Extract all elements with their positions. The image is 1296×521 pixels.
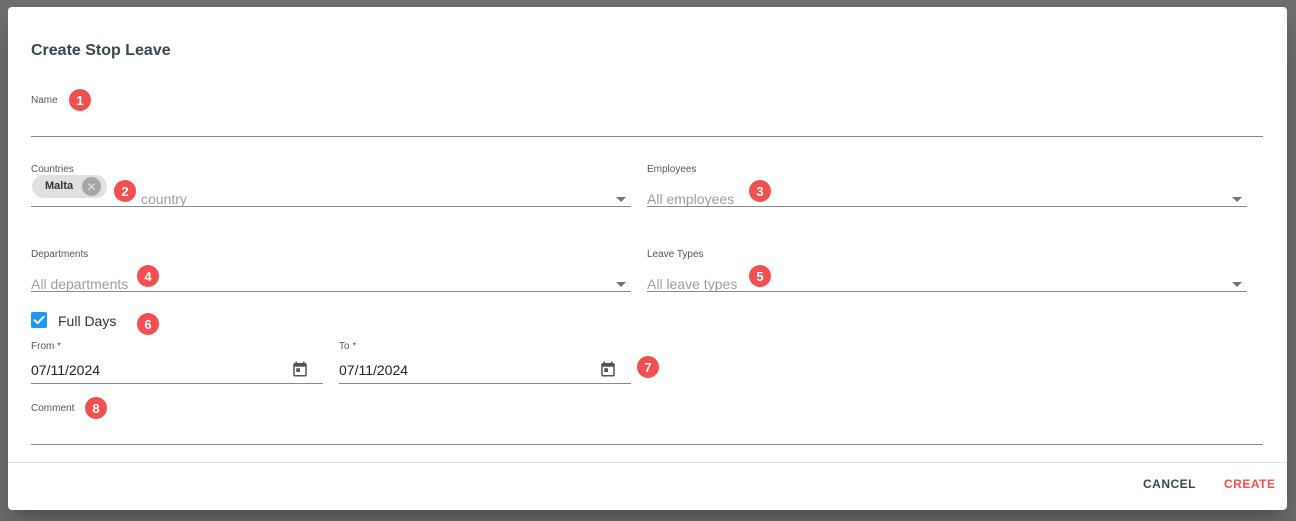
countries-label: Countries [31, 164, 74, 175]
employees-label: Employees [647, 164, 697, 175]
cancel-circle-icon[interactable]: ✕ [82, 177, 101, 196]
to-label: To * [339, 341, 357, 352]
annotation-badge-2: 2 [114, 180, 136, 202]
annotation-badge-3: 3 [749, 180, 771, 202]
departments-select[interactable]: Departments All departments [31, 249, 631, 292]
annotation-badge-4: 4 [137, 265, 159, 287]
create-button[interactable]: CREATE [1224, 477, 1275, 491]
employees-underline [647, 206, 1247, 207]
calendar-icon[interactable] [599, 360, 617, 378]
check-icon [33, 315, 45, 325]
create-stop-leave-dialog: Create Stop Leave Name 1 Countries Malta… [8, 7, 1287, 510]
from-date-field[interactable]: From * 07/11/2024 [31, 341, 323, 384]
calendar-icon[interactable] [291, 360, 309, 378]
leave-types-placeholder: All leave types [647, 276, 738, 292]
employees-placeholder: All employees [647, 191, 735, 207]
countries-placeholder: country [141, 191, 187, 207]
to-underline [339, 383, 631, 384]
chip-malta[interactable]: Malta ✕ [32, 175, 107, 198]
from-underline [31, 383, 323, 384]
from-date-value: 07/11/2024 [31, 362, 101, 378]
name-label: Name [31, 95, 58, 106]
leave-types-label: Leave Types [647, 249, 704, 260]
chip-label: Malta [45, 180, 74, 192]
chevron-down-icon[interactable] [1232, 282, 1242, 287]
full-days-label: Full Days [58, 313, 117, 329]
annotation-badge-7: 7 [637, 356, 659, 378]
full-days-checkbox[interactable] [31, 312, 47, 328]
employees-select[interactable]: Employees All employees [647, 164, 1247, 207]
name-field[interactable]: Name [31, 95, 1263, 137]
name-underline [31, 136, 1263, 137]
cancel-button[interactable]: CANCEL [1143, 477, 1196, 491]
comment-label: Comment [31, 403, 75, 414]
comment-field[interactable]: Comment [31, 403, 1263, 445]
countries-underline [31, 206, 631, 207]
chevron-down-icon[interactable] [616, 197, 626, 202]
to-date-value: 07/11/2024 [339, 362, 409, 378]
chevron-down-icon[interactable] [1232, 197, 1242, 202]
annotation-badge-6: 6 [137, 313, 159, 335]
dialog-title: Create Stop Leave [31, 42, 171, 59]
annotation-badge-5: 5 [749, 265, 771, 287]
departments-underline [31, 291, 631, 292]
leave-types-underline [647, 291, 1247, 292]
annotation-badge-8: 8 [85, 397, 107, 419]
chevron-down-icon[interactable] [616, 282, 626, 287]
comment-underline [31, 444, 1263, 445]
departments-placeholder: All departments [31, 276, 129, 292]
departments-label: Departments [31, 249, 89, 260]
footer-divider [8, 462, 1287, 463]
annotation-badge-1: 1 [69, 89, 91, 111]
from-label: From * [31, 341, 61, 352]
to-date-field[interactable]: To * 07/11/2024 [339, 341, 631, 384]
leave-types-select[interactable]: Leave Types All leave types [647, 249, 1247, 292]
